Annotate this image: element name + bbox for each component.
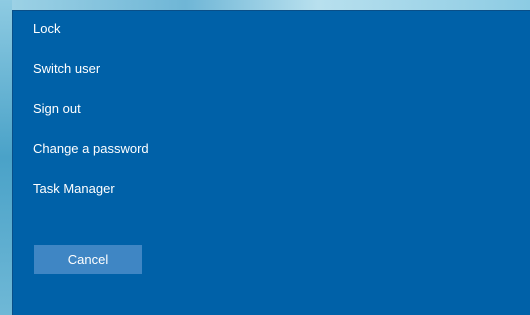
change-password-option[interactable]: Change a password (33, 139, 149, 179)
security-options-panel: Lock Switch user Sign out Change a passw… (12, 10, 530, 315)
lock-option[interactable]: Lock (33, 19, 149, 59)
wallpaper-edge-top (0, 0, 530, 10)
wallpaper-edge-left (0, 0, 12, 315)
cancel-button[interactable]: Cancel (34, 245, 142, 274)
switch-user-option[interactable]: Switch user (33, 59, 149, 99)
security-options-list: Lock Switch user Sign out Change a passw… (33, 19, 149, 219)
task-manager-option[interactable]: Task Manager (33, 179, 149, 219)
sign-out-option[interactable]: Sign out (33, 99, 149, 139)
